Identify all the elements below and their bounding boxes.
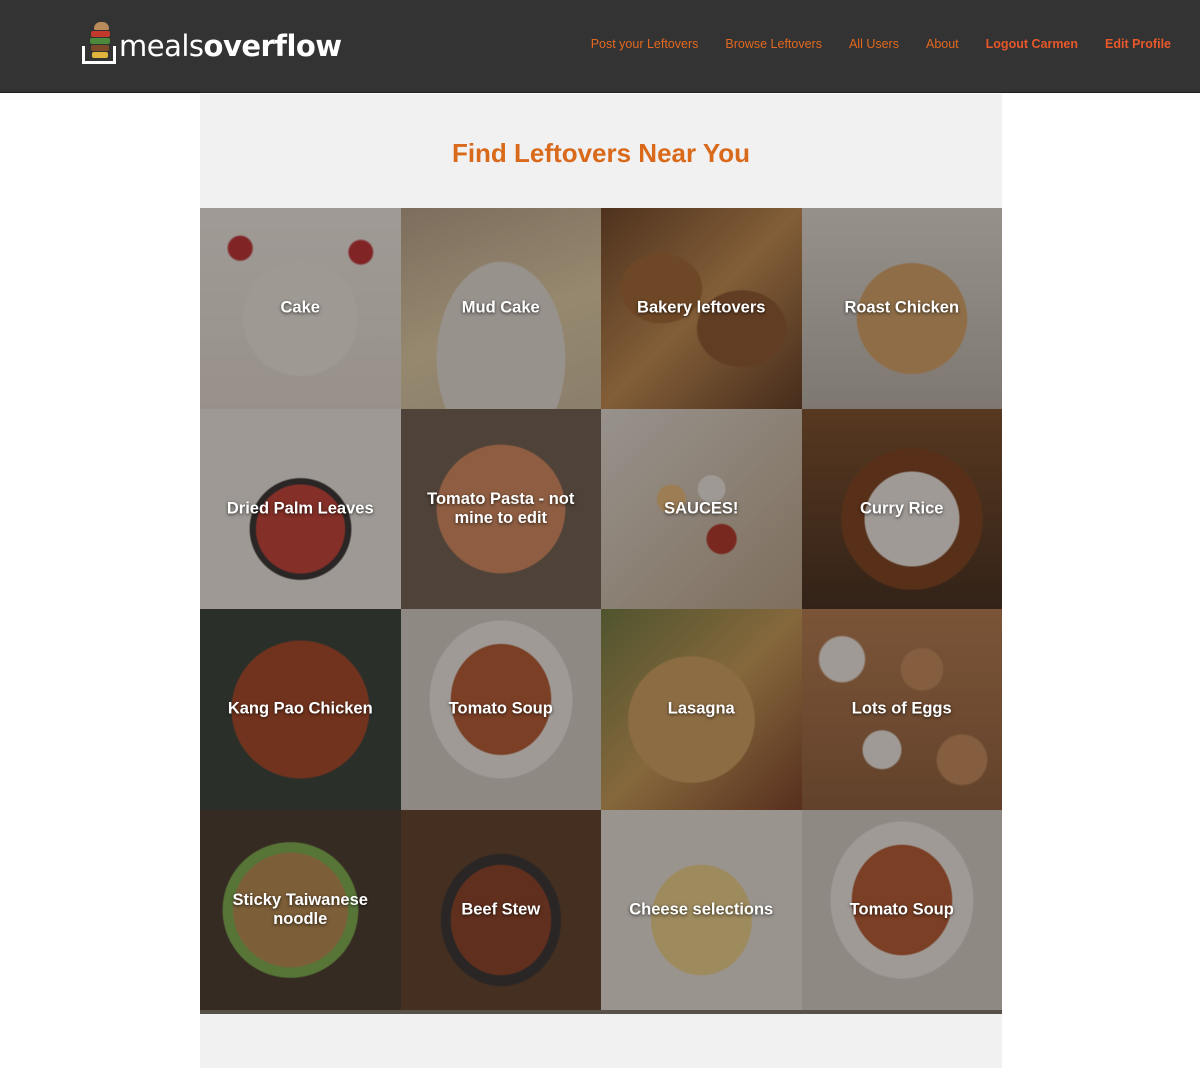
nav-browse-leftovers[interactable]: Browse Leftovers [725, 36, 822, 52]
brand-logo-link[interactable]: mealsoverflow [82, 18, 342, 66]
leftover-title: Sticky Taiwanese noodle [232, 890, 368, 928]
leftover-card[interactable]: Bakery leftovers [601, 208, 802, 409]
top-navbar: mealsoverflow Post your Leftovers Browse… [0, 0, 1200, 93]
leftover-card[interactable]: Dried Palm Leaves [200, 408, 401, 609]
leftover-card[interactable]: Curry Rice [801, 408, 1002, 609]
nav-all-users[interactable]: All Users [849, 36, 899, 52]
leftover-title: Mud Cake [461, 298, 540, 317]
leftover-title: Kang Pao Chicken [227, 699, 373, 718]
leftover-card[interactable]: Kang Pao Chicken [200, 609, 401, 810]
leftovers-grid: Cake Mud Cake Bakery leftovers Roast Chicke… [200, 208, 1002, 1014]
leftover-title: Tomato Soup [448, 699, 553, 718]
leftover-card[interactable]: Lots of Eggs [801, 609, 1002, 810]
leftover-title: SAUCES! [664, 499, 739, 518]
leftover-title: Curry Rice [860, 499, 944, 518]
nav-post-leftovers[interactable]: Post your Leftovers [591, 36, 699, 52]
leftover-card[interactable]: Tomato Soup [801, 809, 1002, 1010]
main-content: Find Leftovers Near You Cake Mud Cake Bake… [200, 94, 1002, 1068]
leftover-title: Dried Palm Leaves [226, 499, 374, 518]
leftover-title: Cake [280, 298, 320, 317]
page-title: Find Leftovers Near You [451, 138, 751, 168]
main-nav: Post your Leftovers Browse Leftovers All… [564, 36, 1171, 52]
leftover-card[interactable]: Cheese selections [601, 809, 802, 1010]
nav-logout[interactable]: Logout Carmen [986, 36, 1078, 52]
brand-name: mealsoverflow [119, 29, 342, 63]
leftover-title: Lasagna [667, 699, 735, 718]
leftover-card[interactable]: Tomato Soup [400, 609, 601, 810]
leftover-card[interactable]: Lasagna [601, 609, 802, 810]
leftover-card[interactable]: Cake [200, 208, 401, 409]
leftover-card[interactable]: Tomato Pasta - not mine to edit [400, 408, 601, 609]
leftover-title: Beef Stew [461, 900, 541, 919]
leftover-title: Tomato Pasta - not mine to edit [427, 489, 575, 527]
leftover-card[interactable]: Beef Stew [400, 809, 601, 1010]
leftover-card[interactable]: Sticky Taiwanese noodle [200, 809, 401, 1010]
meals-stack-logo-icon [82, 20, 116, 66]
leftover-title: Bakery leftovers [637, 298, 766, 317]
leftover-title: Roast Chicken [844, 298, 960, 317]
leftover-title: Tomato Soup [849, 900, 954, 919]
leftover-title: Lots of Eggs [851, 699, 952, 718]
leftover-card[interactable]: Mud Cake [400, 208, 601, 409]
nav-edit-profile[interactable]: Edit Profile [1105, 36, 1171, 52]
leftover-card[interactable]: Roast Chicken [801, 208, 1002, 409]
leftover-card[interactable]: SAUCES! [601, 408, 802, 609]
leftover-title: Cheese selections [629, 900, 774, 919]
nav-about[interactable]: About [926, 36, 959, 52]
